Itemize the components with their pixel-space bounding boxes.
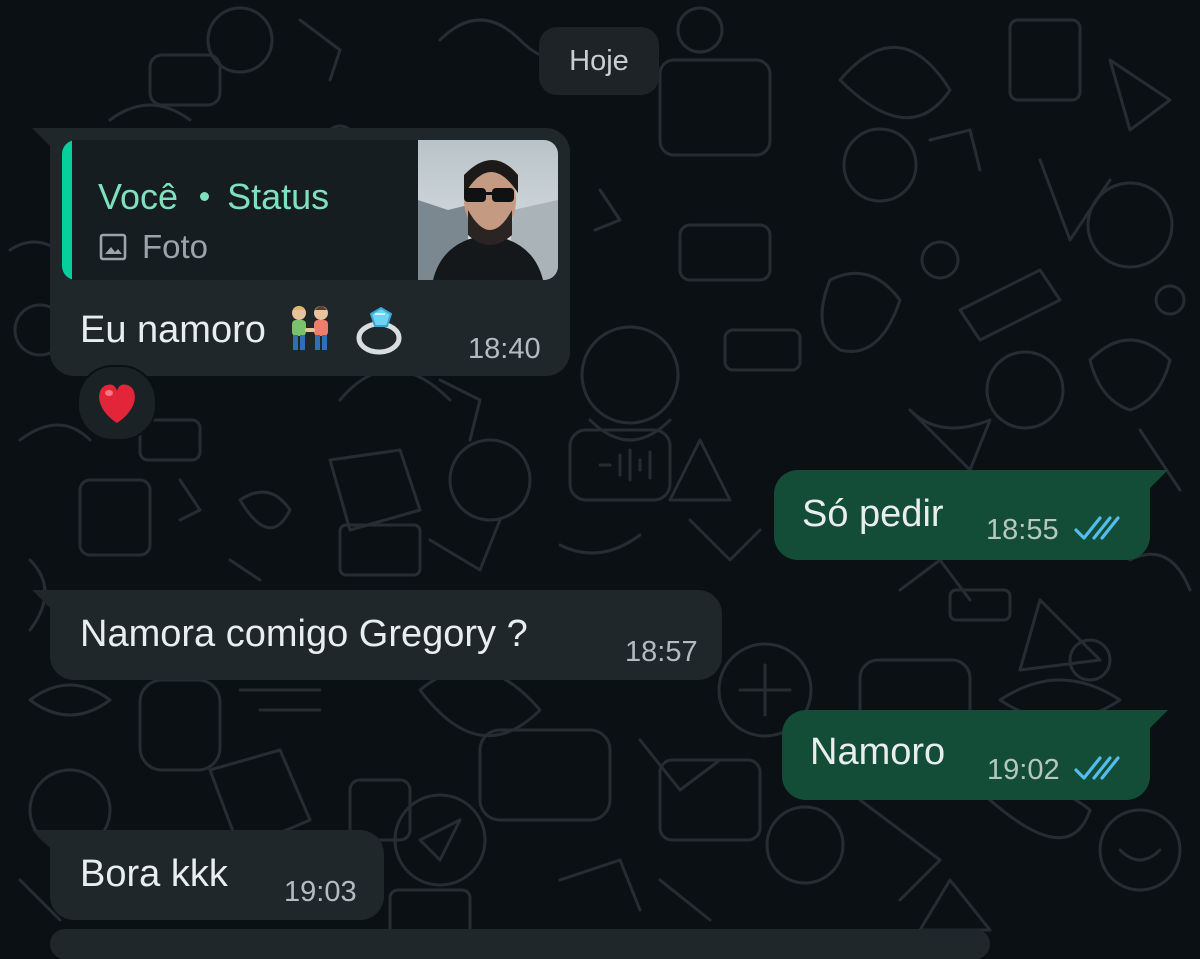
bubble-tail: [32, 830, 50, 848]
quote-media-label: Foto: [142, 228, 209, 265]
quote-context: Status: [227, 176, 330, 217]
message-text: Só pedir: [802, 493, 944, 535]
quote-accent-bar: [62, 140, 72, 280]
incoming-message[interactable]: Você Status Foto Eu namoro 18:40: [32, 128, 570, 376]
separator-dot: [200, 191, 210, 201]
incoming-message[interactable]: Bora kkk 19:03: [32, 830, 384, 920]
message-text: Namoro: [810, 731, 946, 773]
quote-media-type: Foto: [98, 228, 208, 266]
message-timestamp: 19:02: [987, 754, 1060, 786]
bubble-tail: [32, 590, 50, 608]
message-text: Bora kkk: [80, 853, 228, 895]
men-holding-hands-emoji: [292, 306, 329, 350]
message-timestamp: 18:57: [625, 636, 698, 668]
date-label: Hoje: [569, 44, 629, 77]
quote-author: Você Status: [98, 176, 329, 218]
double-check-read-icon: [1074, 756, 1120, 780]
message-text: Eu namoro: [80, 302, 409, 356]
message-timestamp: 18:40: [468, 333, 541, 365]
next-message-partial[interactable]: [50, 929, 990, 959]
message-timestamp: 19:03: [284, 876, 357, 908]
quoted-status-reply[interactable]: Você Status Foto: [62, 140, 558, 280]
bubble-tail: [1150, 470, 1168, 488]
image-icon: [99, 233, 127, 261]
double-check-read-icon: [1074, 516, 1120, 540]
quote-author-name: Você: [98, 176, 179, 217]
conversation-area[interactable]: Hoje Você Status Foto Eu namoro 18:40 Só…: [0, 0, 1200, 959]
status-photo-thumbnail[interactable]: [418, 140, 558, 280]
date-separator: Hoje: [539, 27, 659, 95]
bubble-tail: [1150, 710, 1168, 728]
message-reaction[interactable]: [77, 365, 157, 441]
bubble-tail: [32, 128, 50, 146]
outgoing-message[interactable]: Namoro 19:02: [782, 710, 1168, 800]
outgoing-message[interactable]: Só pedir 18:55: [774, 470, 1168, 560]
heart-emoji: [99, 384, 135, 423]
message-text: Namora comigo Gregory ?: [80, 613, 528, 655]
ring-emoji: [356, 306, 402, 355]
incoming-message[interactable]: Namora comigo Gregory ? 18:57: [32, 590, 722, 680]
message-text-content: Eu namoro: [80, 309, 266, 351]
message-timestamp: 18:55: [986, 514, 1059, 546]
